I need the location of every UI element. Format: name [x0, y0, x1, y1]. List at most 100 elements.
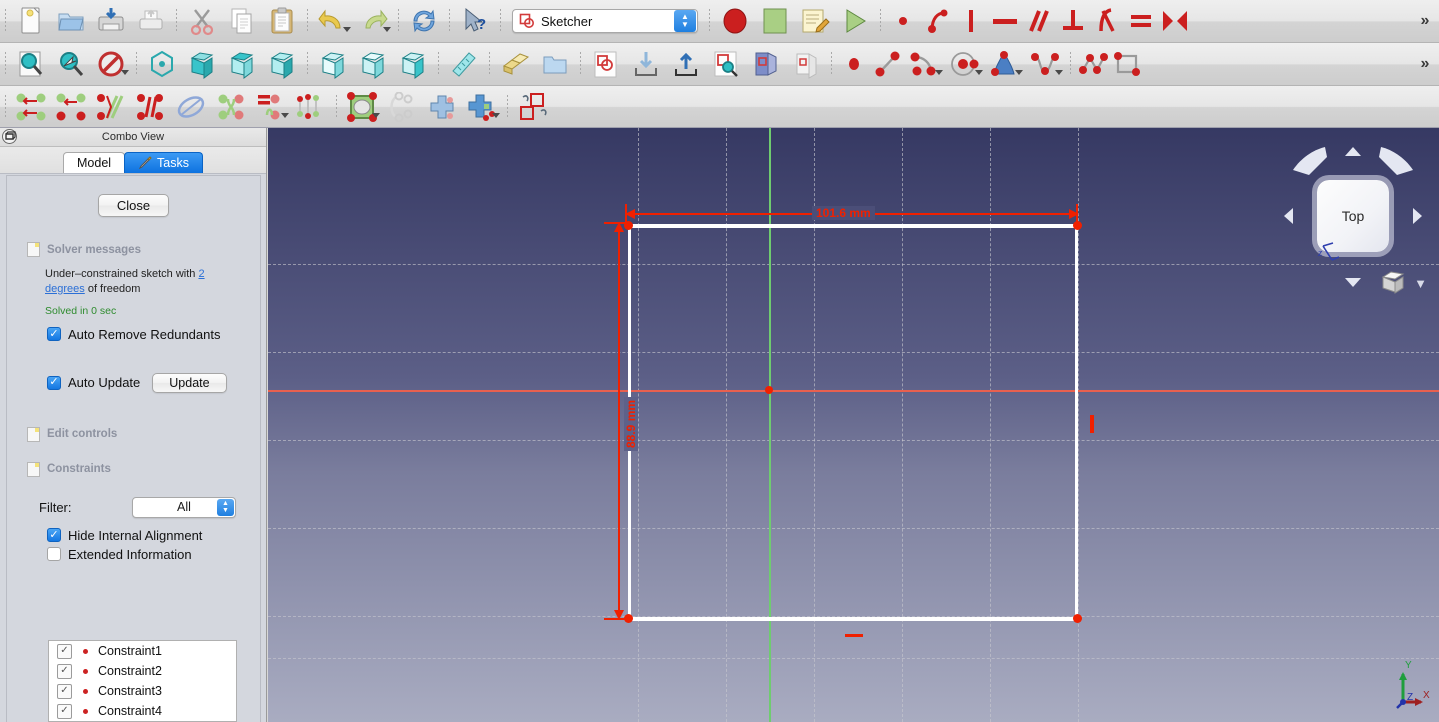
whats-this-button[interactable]: ? [455, 3, 495, 39]
undo-dropdown-caret[interactable] [343, 27, 351, 32]
redo-button[interactable] [353, 3, 393, 39]
view-sketch-button[interactable] [706, 46, 746, 82]
auto-update-checkbox[interactable]: ✓ [47, 375, 61, 390]
auto-remove-redundants-row[interactable]: ✓ Auto Remove Redundants [47, 327, 260, 342]
macro-dialog-button[interactable] [755, 3, 795, 39]
constrain-block-button[interactable] [251, 89, 291, 125]
extended-information-checkbox[interactable] [47, 547, 61, 562]
auto-remove-redundants-checkbox[interactable]: ✓ [47, 327, 61, 342]
constrain-symmetric-button[interactable] [1158, 3, 1192, 39]
front-view-button[interactable] [182, 46, 222, 82]
create-rectangle-button[interactable] [1110, 46, 1144, 82]
auto-update-row[interactable]: ✓ Auto Update Update [47, 372, 260, 393]
folder-view-button[interactable] [535, 46, 575, 82]
constrain-parallel-button[interactable] [1022, 3, 1056, 39]
constrain-distance-button[interactable] [91, 89, 131, 125]
3d-viewport[interactable]: 101.6 mm 88.9 mm Top z ▼ Y X Z [268, 128, 1439, 722]
tab-tasks[interactable]: Tasks [124, 152, 203, 173]
create-bspline-button[interactable] [1025, 46, 1065, 82]
new-document-button[interactable] [11, 3, 51, 39]
hide-internal-alignment-row[interactable]: ✓ Hide Internal Alignment [47, 528, 260, 543]
sketch-edge-right[interactable] [1075, 224, 1078, 621]
toolbar-overflow-row1[interactable]: » [1409, 0, 1439, 42]
constrain-point-on-object-button[interactable] [920, 3, 954, 39]
edit-controls-group[interactable]: Edit controls [27, 426, 260, 442]
export-sketch-button[interactable] [666, 46, 706, 82]
navigation-cube[interactable]: Top z ▼ [1279, 136, 1427, 296]
create-circle-dropdown-caret[interactable] [975, 70, 983, 75]
constrain-horizontal-button[interactable] [988, 3, 1022, 39]
select-elements-associated-button[interactable] [342, 89, 382, 125]
constrain-vertical-button[interactable] [954, 3, 988, 39]
constrain-distance-x-button[interactable] [11, 89, 51, 125]
print-document-button[interactable] [131, 3, 171, 39]
undo-button[interactable] [313, 3, 353, 39]
create-bspline-dropdown-caret[interactable] [1055, 70, 1063, 75]
navcube-menu-caret[interactable]: ▼ [1414, 276, 1427, 291]
draw-style-dropdown-caret[interactable] [121, 70, 129, 75]
import-sketch-button[interactable] [626, 46, 666, 82]
switch-virtual-space-button[interactable] [513, 89, 553, 125]
constrain-lock-button[interactable] [211, 89, 251, 125]
sketch-edge-top[interactable] [628, 224, 1078, 228]
constrain-perpendicular-button[interactable] [1056, 3, 1090, 39]
stop-macro-record-button[interactable] [715, 3, 755, 39]
horizontal-dimension-label[interactable]: 101.6 mm [812, 206, 875, 220]
list-item[interactable]: ✓ Constraint4 [49, 701, 236, 721]
workbench-selector[interactable]: Sketcher ▲ ▼ [512, 9, 698, 33]
create-arc-button[interactable] [905, 46, 945, 82]
sketch-edge-bottom[interactable] [628, 617, 1078, 621]
rectangular-array-button[interactable] [462, 89, 502, 125]
update-button[interactable]: Update [152, 372, 227, 393]
toggle-driving-constraint-button[interactable] [291, 89, 331, 125]
undock-icon[interactable] [2, 129, 17, 144]
navcube-home-cube-icon[interactable] [1381, 270, 1405, 294]
filter-dropdown-arrow[interactable]: ▲ ▼ [217, 498, 234, 516]
close-shape-button[interactable] [382, 89, 422, 125]
edit-macro-button[interactable] [795, 3, 835, 39]
constraint-visibility-checkbox[interactable]: ✓ [57, 663, 72, 679]
fit-selection-button[interactable] [51, 46, 91, 82]
constrain-radius-button[interactable] [171, 89, 211, 125]
constrain-block-dropdown-caret[interactable] [281, 112, 289, 118]
create-polyline-button[interactable] [1076, 46, 1110, 82]
create-line-button[interactable] [871, 46, 905, 82]
hide-internal-alignment-checkbox[interactable]: ✓ [47, 528, 61, 543]
save-document-button[interactable] [91, 3, 131, 39]
cut-button[interactable] [182, 3, 222, 39]
extended-information-row[interactable]: Extended Information [47, 547, 260, 562]
dim-line-vertical[interactable] [618, 224, 620, 618]
sketch-vertex[interactable] [1073, 614, 1082, 623]
workbench-dropdown-arrow[interactable]: ▲ ▼ [674, 10, 696, 32]
constraint-list[interactable]: ✓ Constraint1 ✓ Constraint2 ✓ Constraint… [48, 640, 237, 722]
create-conic-dropdown-caret[interactable] [1015, 70, 1023, 75]
clone-tool-button[interactable] [422, 89, 462, 125]
constraint-visibility-checkbox[interactable]: ✓ [57, 643, 72, 659]
isometric-view-button[interactable] [142, 46, 182, 82]
copy-button[interactable] [222, 3, 262, 39]
top-view-button[interactable] [222, 46, 262, 82]
view-section-button[interactable] [746, 46, 786, 82]
create-sketch-button[interactable] [586, 46, 626, 82]
bottom-view-button[interactable] [353, 46, 393, 82]
constraints-group[interactable]: Constraints [27, 461, 260, 477]
create-point-button[interactable] [837, 46, 871, 82]
vertical-dimension-label[interactable]: 88.9 mm [624, 396, 638, 451]
left-view-button[interactable] [393, 46, 433, 82]
constrain-tangent-button[interactable] [1090, 3, 1124, 39]
close-button[interactable]: Close [97, 194, 170, 217]
constraint-visibility-checkbox[interactable]: ✓ [57, 703, 72, 719]
toolbar-overflow-row2[interactable]: » [1409, 43, 1439, 85]
create-arc-dropdown-caret[interactable] [935, 70, 943, 75]
select-assoc-dropdown-caret[interactable] [372, 112, 380, 118]
execute-macro-button[interactable] [835, 3, 875, 39]
measure-button[interactable] [444, 46, 484, 82]
part-design-button[interactable] [495, 46, 535, 82]
solver-messages-group[interactable]: Solver messages [27, 242, 260, 257]
constrain-coincident-button[interactable] [886, 3, 920, 39]
tab-model[interactable]: Model [63, 152, 126, 173]
draw-style-button[interactable] [91, 46, 131, 82]
filter-select[interactable]: All ▲ ▼ [132, 496, 236, 518]
redo-dropdown-caret[interactable] [383, 27, 391, 32]
rear-view-button[interactable] [313, 46, 353, 82]
